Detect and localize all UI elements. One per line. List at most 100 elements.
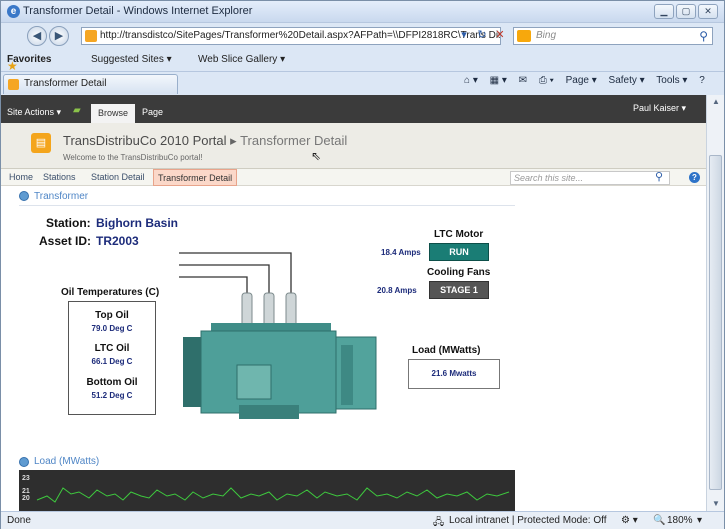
- safety-menu[interactable]: Safety ▾: [609, 75, 645, 86]
- url-text: http://transdistco/SitePages/Transformer…: [100, 30, 501, 41]
- site-search-placeholder: Search this site...: [514, 173, 584, 183]
- asset-label: Asset ID:: [39, 234, 92, 248]
- tab-favicon-icon: [8, 79, 19, 90]
- user-menu[interactable]: Paul Kaiser ▾: [633, 103, 686, 114]
- cooling-fans-status: STAGE 1: [429, 281, 489, 299]
- nav-home[interactable]: Home: [9, 172, 33, 182]
- command-bar: ⌂ ▾ ▦ ▾ ✉ ⎙ ▾ Page ▾ Safety ▾ Tools ▾ ?: [464, 75, 714, 86]
- tab-page[interactable]: Page: [142, 107, 163, 117]
- breadcrumb-page: Transformer Detail: [240, 133, 348, 148]
- maximize-button[interactable]: ▢: [676, 4, 696, 19]
- back-button[interactable]: ◀: [27, 26, 47, 46]
- nav-stations[interactable]: Stations: [43, 172, 76, 182]
- navigate-up-icon[interactable]: ▰: [73, 105, 81, 116]
- section-title-transformer: Transformer: [34, 191, 89, 202]
- ltc-oil-value: 66.1 Deg C: [91, 357, 133, 366]
- site-header: ▤ TransDistribuCo 2010 Portal ▸ Transfor…: [1, 123, 706, 169]
- page-favicon-icon: [85, 30, 97, 42]
- top-oil-value: 79.0 Deg C: [91, 324, 133, 333]
- site-search-icon[interactable]: ⚲: [655, 171, 663, 183]
- favorites-bar: ★ Favorites Suggested Sites ▾ Web Slice …: [1, 49, 724, 73]
- address-bar: ◀ ▶ http://transdistco/SitePages/Transfo…: [1, 23, 724, 49]
- top-oil-label: Top Oil: [95, 310, 129, 321]
- web-slice-gallery-link[interactable]: Web Slice Gallery ▾: [198, 54, 285, 65]
- scroll-down-icon[interactable]: ▼: [707, 497, 725, 511]
- hv-lines: [179, 252, 292, 295]
- status-bar: Done 🖧 Local intranet | Protected Mode: …: [1, 511, 724, 529]
- url-dropdown-icon[interactable]: ▾: [455, 27, 473, 45]
- url-input[interactable]: http://transdistco/SitePages/Transformer…: [81, 27, 501, 45]
- tab-transformer-detail[interactable]: Transformer Detail: [3, 74, 178, 94]
- load-bullet-icon: [19, 457, 29, 467]
- oil-temps-panel: Top Oil 79.0 Deg C LTC Oil 66.1 Deg C Bo…: [68, 301, 156, 415]
- scroll-thumb[interactable]: [709, 155, 722, 490]
- ltc-motor-label: LTC Motor: [434, 229, 484, 240]
- radiator-left: [183, 337, 201, 407]
- zoom-level[interactable]: 180%: [667, 515, 693, 526]
- nav-station-detail[interactable]: Station Detail: [91, 172, 145, 182]
- cooling-fans-label: Cooling Fans: [427, 267, 491, 278]
- ribbon-bar: Site Actions ▾ ▰ Browse Page Paul Kaiser…: [1, 95, 706, 123]
- zoom-icon[interactable]: 🔍: [653, 515, 665, 526]
- page-menu[interactable]: Page ▾: [566, 75, 597, 86]
- status-text: Done: [7, 515, 31, 526]
- bing-icon: [517, 30, 531, 42]
- minimize-button[interactable]: ▁: [654, 4, 674, 19]
- refresh-icon[interactable]: ↻: [473, 27, 491, 45]
- tab-label: Transformer Detail: [24, 78, 107, 89]
- control-box: [236, 364, 272, 400]
- mail-icon[interactable]: ✉: [519, 75, 527, 86]
- cooling-fans-amps: 20.8 Amps: [377, 286, 417, 295]
- site-actions-menu[interactable]: Site Actions ▾: [7, 107, 61, 118]
- station-label: Station:: [46, 216, 91, 230]
- title-bar: e Transformer Detail - Windows Internet …: [1, 1, 724, 23]
- load-value: 21.6 Mwatts: [431, 369, 477, 378]
- scroll-up-icon[interactable]: ▲: [707, 95, 725, 109]
- favorites-button[interactable]: ★ Favorites: [7, 54, 51, 73]
- section-divider: [19, 205, 515, 206]
- section-title-load: Load (MWatts): [34, 456, 100, 467]
- ltc-door: [341, 345, 353, 405]
- station-value: Bighorn Basin: [96, 216, 179, 230]
- oil-temps-title: Oil Temperatures (C): [61, 287, 160, 298]
- ie-logo-icon: e: [7, 5, 20, 18]
- home-icon[interactable]: ⌂ ▾: [464, 75, 478, 86]
- bottom-oil-value: 51.2 Deg C: [91, 391, 133, 400]
- mouse-cursor-icon: ⇖: [311, 149, 322, 163]
- breadcrumb-site[interactable]: TransDistribuCo 2010 Portal: [63, 133, 227, 148]
- feeds-icon[interactable]: ▦ ▾: [490, 75, 507, 86]
- ltc-motor-amps: 18.4 Amps: [381, 248, 421, 257]
- help-icon-round[interactable]: ?: [689, 172, 700, 183]
- bushings: [241, 292, 297, 328]
- search-icon[interactable]: ⚲: [699, 28, 708, 44]
- vertical-scrollbar[interactable]: ▲ ▼: [706, 95, 724, 511]
- close-button[interactable]: ✕: [698, 4, 718, 19]
- security-icon[interactable]: ⚙ ▾: [621, 515, 638, 526]
- stop-icon[interactable]: ✕: [491, 27, 509, 45]
- asset-value: TR2003: [96, 234, 139, 248]
- help-icon[interactable]: ?: [699, 75, 705, 86]
- forward-button[interactable]: ▶: [49, 26, 69, 46]
- ltc-oil-label: LTC Oil: [94, 343, 130, 354]
- load-panel: 21.6 Mwatts: [408, 359, 500, 389]
- site-search-input[interactable]: Search this site... ⚲: [510, 171, 670, 185]
- nav-transformer-detail[interactable]: Transformer Detail: [153, 169, 238, 186]
- window-title: Transformer Detail - Windows Internet Ex…: [23, 5, 253, 17]
- tools-menu[interactable]: Tools ▾: [656, 75, 687, 86]
- ltc-motor-status: RUN: [429, 243, 489, 261]
- tab-browse[interactable]: Browse: [91, 104, 135, 123]
- load-trend-chart: 23 21 20: [19, 470, 515, 511]
- suggested-sites-link[interactable]: Suggested Sites ▾: [91, 54, 172, 65]
- breadcrumb: TransDistribuCo 2010 Portal ▸ Transforme…: [63, 133, 348, 148]
- load-title: Load (MWatts): [412, 345, 481, 356]
- search-placeholder: Bing: [536, 30, 557, 41]
- print-icon[interactable]: ⎙ ▾: [539, 75, 554, 86]
- page-viewport: Site Actions ▾ ▰ Browse Page Paul Kaiser…: [1, 95, 706, 511]
- transformer-illustration: [179, 252, 377, 419]
- zoom-dropdown-icon[interactable]: ▾: [697, 515, 702, 526]
- welcome-text: Welcome to the TransDistribuCo portal!: [63, 153, 203, 162]
- top-nav: Home Stations Station Detail Transformer…: [1, 169, 706, 186]
- search-input[interactable]: Bing ⚲: [513, 27, 713, 45]
- zone-icon: 🖧: [433, 517, 445, 528]
- transformer-base: [239, 405, 299, 419]
